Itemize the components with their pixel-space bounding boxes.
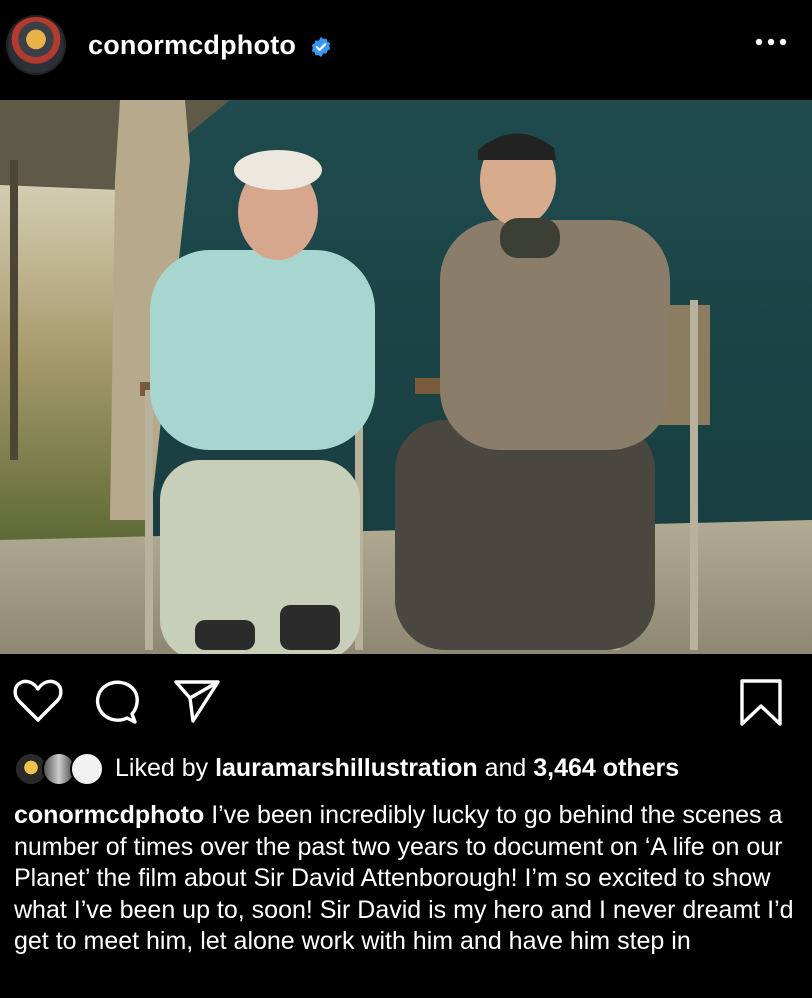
liked-by-user[interactable]: lauramarshillustration (215, 754, 478, 782)
verified-badge-icon (311, 36, 331, 58)
post-caption: conormcdphoto I’ve been incredibly lucky… (14, 800, 804, 958)
likes-middle: and (477, 754, 534, 782)
likes-count[interactable]: 3,464 others (533, 754, 679, 782)
profile-avatar[interactable] (6, 15, 66, 75)
likes-prefix: Liked by (115, 754, 216, 782)
post-header: conormcdphoto (0, 0, 812, 100)
comment-bubble-icon[interactable] (92, 678, 142, 726)
action-bar (0, 672, 812, 732)
likes-row: Liked by lauramarshillustration and 3,46… (14, 748, 804, 792)
paper-plane-icon[interactable] (172, 678, 222, 724)
post-username[interactable]: conormcdphoto (88, 30, 296, 61)
caption-username[interactable]: conormcdphoto (14, 801, 204, 829)
post-photo[interactable] (0, 100, 812, 654)
more-options-icon[interactable] (754, 34, 788, 50)
heart-icon[interactable] (12, 678, 64, 724)
likes-summary[interactable]: Liked by lauramarshillustration and 3,46… (115, 754, 679, 783)
bookmark-icon[interactable] (738, 678, 784, 728)
liker-avatar[interactable] (70, 752, 104, 786)
